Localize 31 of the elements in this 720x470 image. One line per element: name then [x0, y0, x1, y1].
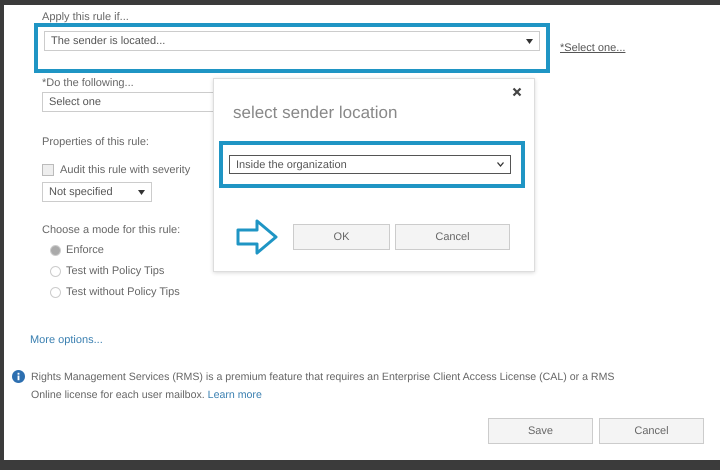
severity-select[interactable]: Not specified [42, 182, 152, 202]
more-options-link[interactable]: More options... [30, 334, 103, 346]
mode-label-text: Enforce [66, 244, 104, 256]
condition-select[interactable]: The sender is located... [44, 31, 540, 51]
info-icon [12, 370, 25, 383]
close-button[interactable] [512, 87, 522, 97]
mode-radio[interactable] [50, 266, 61, 276]
chevron-icon [497, 162, 504, 167]
dialog-title: select sender location [233, 103, 398, 123]
mode-label: Choose a mode for this rule: [42, 224, 182, 236]
caret-icon [526, 38, 533, 44]
learn-more-link[interactable]: Learn more [208, 389, 262, 401]
action-label: *Do the following... [42, 77, 135, 89]
ok-button[interactable]: OK [293, 224, 390, 250]
mode-label-text: Test with Policy Tips [66, 265, 164, 277]
properties-label: Properties of this rule: [42, 136, 150, 148]
arrow-icon [235, 218, 279, 256]
select-one-link[interactable]: *Select one... [560, 42, 626, 54]
mode-label-text: Test without Policy Tips [66, 286, 180, 298]
cancel-button[interactable]: Cancel [395, 224, 510, 250]
caret-icon [138, 190, 145, 194]
audit-checkbox[interactable] [42, 164, 54, 176]
close-icon [512, 87, 522, 97]
mode-radio[interactable] [50, 244, 61, 256]
condition-label: Apply this rule if... [42, 11, 130, 23]
mode-radio[interactable] [50, 286, 61, 298]
save-button[interactable]: Save [488, 418, 593, 444]
audit-label: Audit this rule with severity [60, 164, 190, 176]
location-select[interactable]: Inside the organization [229, 155, 511, 174]
rms-notice: Rights Management Services (RMS) is a premium feature that requires an Enterprise Client Access License (CAL) or a RMS Online license for each user mailbox. Learn more [31, 370, 616, 403]
cancel-button[interactable]: Cancel [599, 418, 704, 444]
